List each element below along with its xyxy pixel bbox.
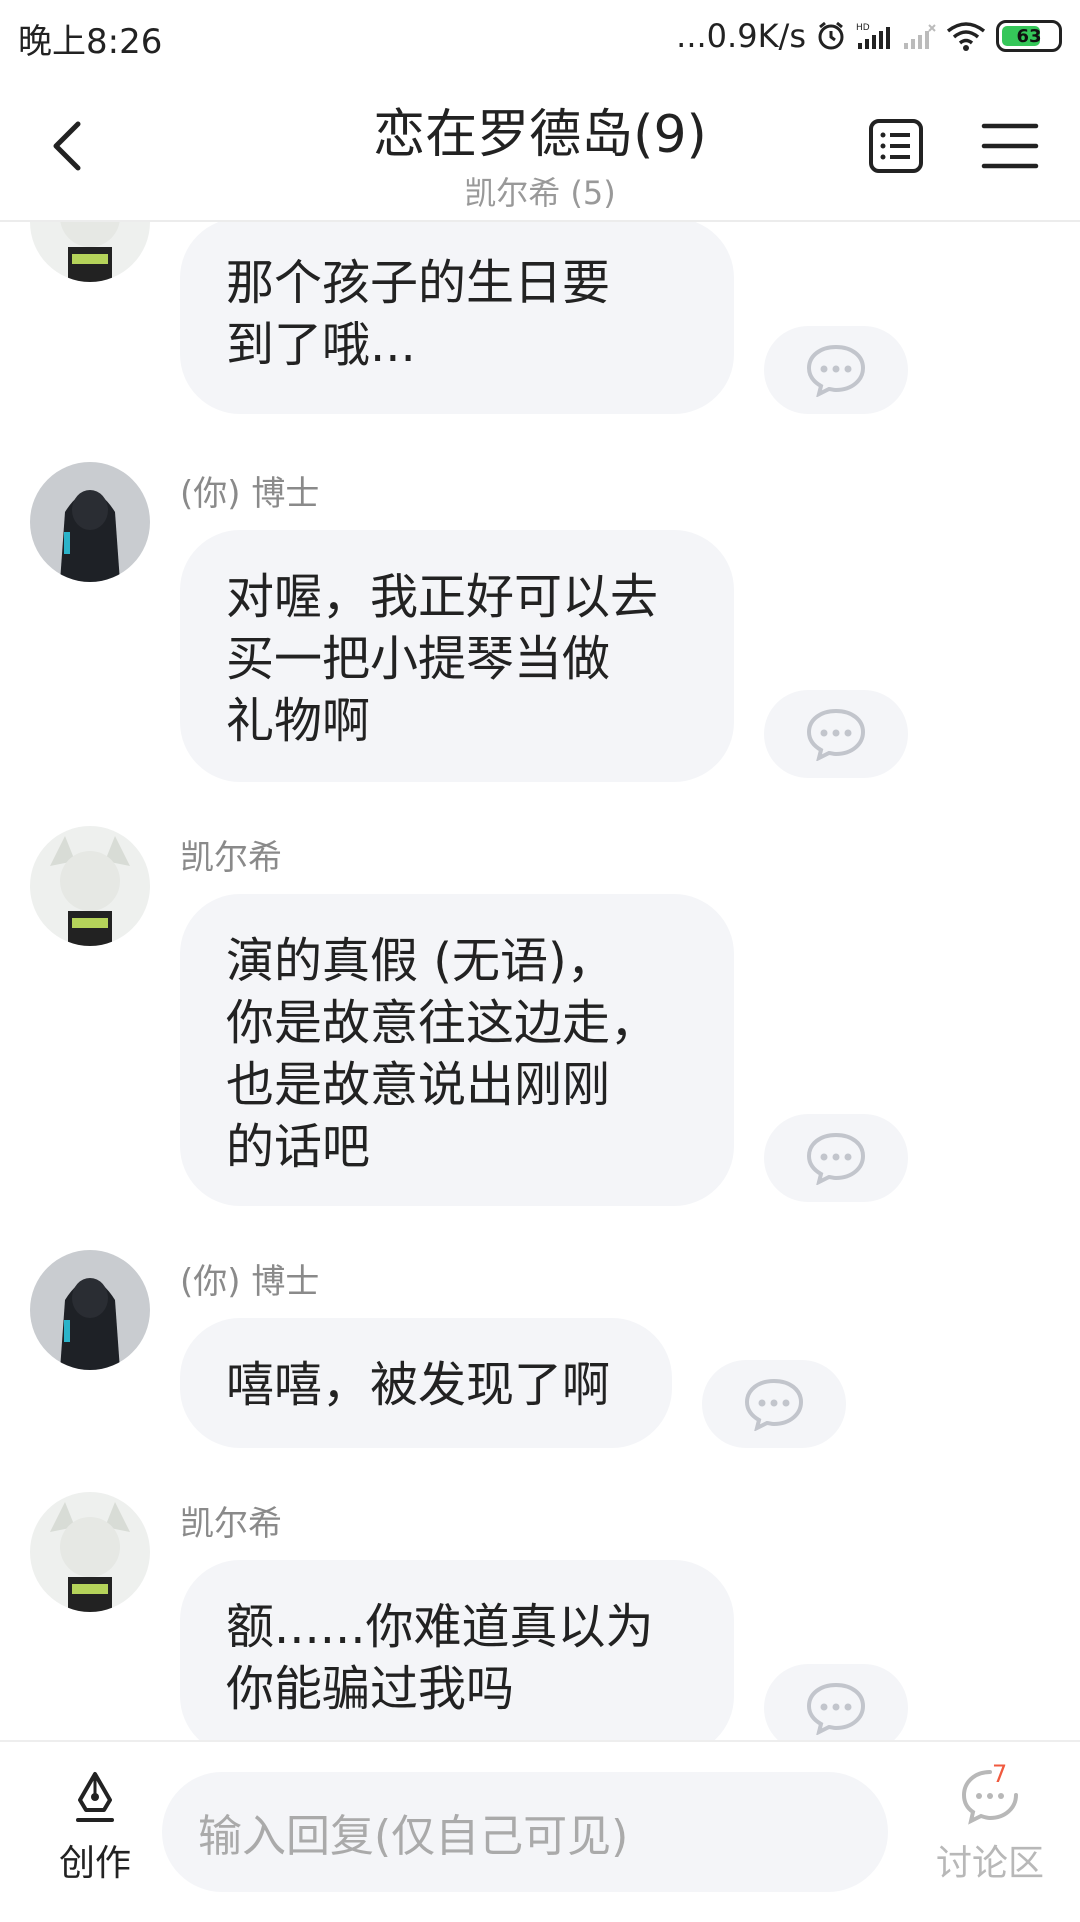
sender-name: 凯尔希 — [180, 838, 282, 878]
create-label: 创作 — [58, 1843, 131, 1884]
comment-button[interactable] — [702, 1360, 846, 1448]
discussion-button[interactable]: 7 讨论区 — [920, 1760, 1060, 1886]
create-button[interactable]: 创作 — [40, 1770, 150, 1886]
status-bar: 晚上8:26 ...0.9K/s HD 63 — [0, 0, 1080, 76]
message-bubble[interactable]: 额......你难道真以为 你能骗过我吗 — [180, 1560, 734, 1740]
chat-header: 恋在罗德岛(9) 凯尔希 (5) — [0, 76, 1080, 222]
discussion-icon — [961, 1770, 1018, 1825]
battery-icon: 63 — [996, 20, 1062, 52]
wifi-icon — [946, 22, 986, 51]
discussion-badge: 7 — [992, 1760, 1008, 1788]
avatar-kaltsit[interactable] — [30, 222, 150, 282]
comment-button[interactable] — [764, 326, 908, 414]
chat-list[interactable]: 那个孩子的生日要 到了哦... (你) 博士 对喔，我正好可以去 买一把小提琴当… — [0, 222, 1080, 1740]
avatar-kaltsit[interactable] — [30, 826, 150, 946]
menu-icon[interactable] — [980, 118, 1040, 174]
comment-button[interactable] — [764, 1664, 908, 1740]
list-icon[interactable] — [868, 118, 924, 174]
status-time: 晚上8:26 — [18, 22, 163, 62]
message-bubble[interactable]: 嘻嘻，被发现了啊 — [180, 1318, 672, 1448]
sender-name: (你) 博士 — [180, 1262, 320, 1302]
pen-nib-icon — [76, 1772, 114, 1822]
signal-icon — [904, 24, 936, 49]
bottom-bar: 创作 输入回复(仅自己可见) 7 讨论区 — [0, 1740, 1080, 1922]
comment-button[interactable] — [764, 690, 908, 778]
message-bubble[interactable]: 演的真假 (无语)， 你是故意往这边走， 也是故意说出刚刚 的话吧 — [180, 894, 734, 1206]
comment-icon — [806, 1682, 866, 1735]
message-bubble[interactable]: 对喔，我正好可以去 买一把小提琴当做 礼物啊 — [180, 530, 734, 782]
sender-name: 凯尔希 — [180, 1504, 282, 1544]
comment-button[interactable] — [764, 1114, 908, 1202]
discussion-label: 讨论区 — [935, 1843, 1044, 1884]
message-bubble[interactable]: 那个孩子的生日要 到了哦... — [180, 222, 734, 414]
comment-icon — [744, 1378, 804, 1431]
hd-signal-icon: HD — [856, 23, 890, 49]
comment-icon — [806, 708, 866, 761]
reply-input[interactable]: 输入回复(仅自己可见) — [162, 1772, 888, 1892]
svg-text:HD: HD — [856, 23, 870, 33]
avatar-doctor[interactable] — [30, 462, 150, 582]
comment-icon — [806, 1132, 866, 1185]
comment-icon — [806, 344, 866, 397]
alarm-icon — [818, 21, 844, 50]
sender-name: (你) 博士 — [180, 474, 320, 514]
network-speed: ...0.9K/s — [676, 17, 806, 55]
battery-level: 63 — [1016, 25, 1042, 47]
avatar-doctor[interactable] — [30, 1250, 150, 1370]
status-icons: ...0.9K/s HD 63 — [676, 14, 1062, 58]
avatar-kaltsit[interactable] — [30, 1492, 150, 1612]
page-subtitle: 凯尔希 (5) — [464, 174, 616, 212]
